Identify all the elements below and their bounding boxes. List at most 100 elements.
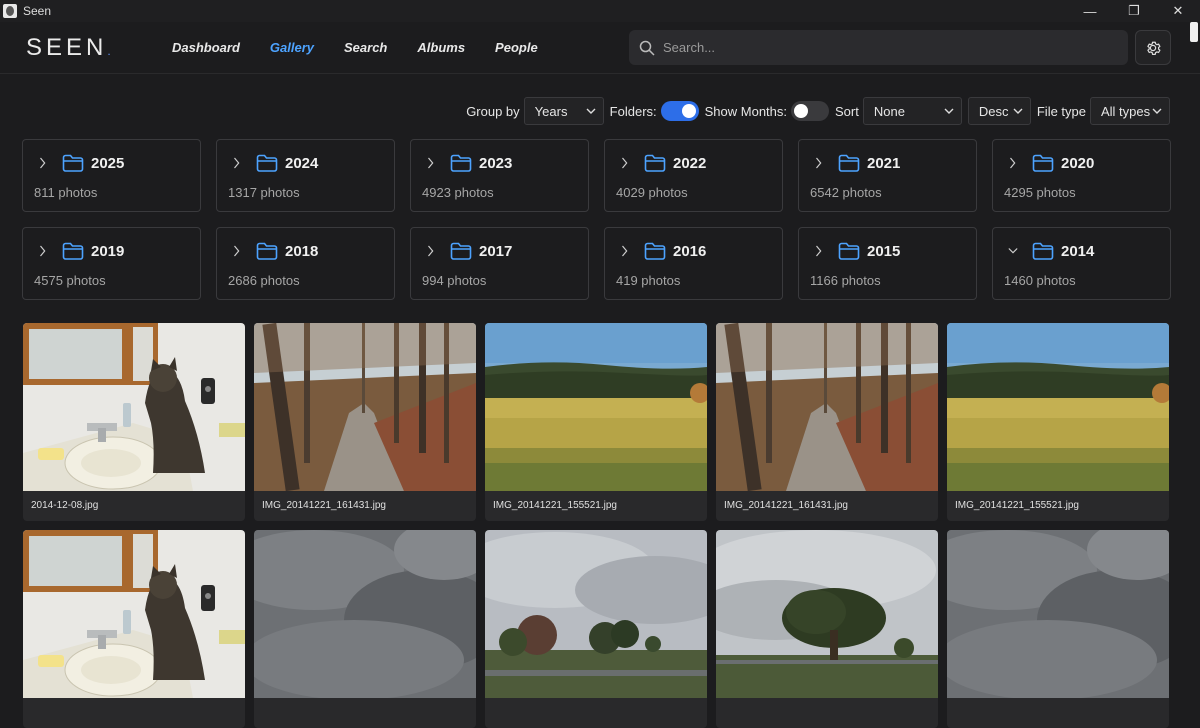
year-folder-card[interactable]: 2025 811 photos	[22, 139, 201, 212]
photo-thumbnail[interactable]: IMG_20141221_155521.jpg	[947, 323, 1169, 521]
folder-year: 2015	[867, 243, 901, 260]
photo-image[interactable]	[947, 530, 1169, 698]
chevron-right-icon[interactable]	[426, 156, 436, 170]
chevron-right-icon[interactable]	[38, 244, 48, 258]
year-folder-card[interactable]: 2014 1460 photos	[992, 227, 1171, 300]
chevron-down-icon	[586, 108, 596, 114]
window-title: Seen	[23, 4, 52, 18]
year-folder-card[interactable]: 2016 419 photos	[604, 227, 783, 300]
folder-year: 2025	[91, 155, 125, 172]
folder-icon	[450, 154, 472, 172]
chevron-right-icon[interactable]	[426, 244, 436, 258]
chevron-right-icon[interactable]	[232, 244, 242, 258]
toggle-knob	[681, 104, 696, 118]
photo-filename: IMG_20141221_155521.jpg	[493, 500, 617, 511]
close-button[interactable]: ✕	[1156, 0, 1200, 22]
chevron-down-icon	[1152, 108, 1162, 114]
folder-year: 2019	[91, 243, 125, 260]
folder-photo-count: 4029 photos	[616, 185, 688, 200]
year-folder-card[interactable]: 2022 4029 photos	[604, 139, 783, 212]
folder-icon	[838, 242, 860, 260]
year-folder-card[interactable]: 2023 4923 photos	[410, 139, 589, 212]
app-logo[interactable]: SEEN.	[26, 34, 134, 62]
chevron-right-icon[interactable]	[1008, 156, 1018, 170]
year-folder-card[interactable]: 2017 994 photos	[410, 227, 589, 300]
photo-image[interactable]	[947, 323, 1169, 491]
search-box[interactable]	[629, 30, 1128, 65]
chevron-right-icon[interactable]	[620, 244, 630, 258]
order-select[interactable]: Desc	[967, 97, 1031, 125]
year-folder-card[interactable]: 2018 2686 photos	[216, 227, 395, 300]
folder-photo-count: 4575 photos	[34, 273, 106, 288]
photo-thumbnail[interactable]	[254, 530, 476, 728]
chevron-right-icon[interactable]	[232, 156, 242, 170]
chevron-right-icon[interactable]	[814, 156, 824, 170]
photo-thumbnail[interactable]: 2014-12-08.jpg	[23, 323, 245, 521]
sort-label: Sort	[835, 103, 859, 119]
chevron-right-icon[interactable]	[814, 244, 824, 258]
year-folders: 2025 811 photos 2024 1317 photos 2023 4923 ph…	[22, 139, 1171, 300]
chevron-down-icon	[944, 108, 954, 114]
folder-photo-count: 2686 photos	[228, 273, 300, 288]
photo-thumbnail[interactable]	[485, 530, 707, 728]
photo-thumbnail[interactable]	[947, 530, 1169, 728]
year-folder-card[interactable]: 2019 4575 photos	[22, 227, 201, 300]
folder-year: 2014	[1061, 243, 1095, 260]
chevron-right-icon[interactable]	[38, 156, 48, 170]
logo-text: SEEN	[26, 33, 108, 61]
nav-link-people[interactable]: People	[495, 40, 538, 55]
sort-value: None	[873, 103, 905, 119]
year-folder-card[interactable]: 2021 6542 photos	[798, 139, 977, 212]
sort-select[interactable]: None	[862, 97, 962, 125]
search-input[interactable]	[663, 40, 1103, 55]
year-folder-card[interactable]: 2015 1166 photos	[798, 227, 977, 300]
photo-image[interactable]	[23, 530, 245, 698]
show-months-toggle[interactable]	[791, 101, 830, 121]
folder-year: 2017	[479, 243, 513, 260]
photo-image[interactable]	[485, 530, 707, 698]
file-type-select[interactable]: All types	[1090, 97, 1170, 125]
folders-toggle[interactable]	[660, 101, 699, 121]
settings-button[interactable]	[1135, 30, 1171, 65]
gear-icon	[1147, 41, 1161, 55]
folder-icon	[450, 242, 472, 260]
photo-image[interactable]	[254, 323, 476, 491]
photo-image[interactable]	[716, 530, 938, 698]
folder-photo-count: 994 photos	[422, 273, 487, 288]
folder-year: 2020	[1061, 155, 1095, 172]
year-folder-card[interactable]: 2024 1317 photos	[216, 139, 395, 212]
photo-image[interactable]	[716, 323, 938, 491]
minimize-button[interactable]: —	[1068, 0, 1112, 22]
top-navigation: SEEN. Dashboard Gallery Search Albums Pe…	[0, 22, 1200, 74]
photo-thumbnail[interactable]	[23, 530, 245, 728]
photo-filename: IMG_20141221_161431.jpg	[262, 500, 386, 511]
chevron-down-icon[interactable]	[1008, 244, 1018, 258]
folder-photo-count: 6542 photos	[810, 185, 882, 200]
folder-icon	[644, 154, 666, 172]
nav-link-gallery[interactable]: Gallery	[270, 40, 314, 55]
folder-icon	[838, 154, 860, 172]
photo-image[interactable]	[254, 530, 476, 698]
folder-icon	[1032, 242, 1054, 260]
folder-icon	[644, 242, 666, 260]
nav-link-search[interactable]: Search	[344, 40, 387, 55]
photo-grid: 2014-12-08.jpg IMG_20141221_161431.jpg IMG…	[23, 323, 1171, 728]
photo-image[interactable]	[485, 323, 707, 491]
folder-photo-count: 4923 photos	[422, 185, 494, 200]
year-folder-card[interactable]: 2020 4295 photos	[992, 139, 1171, 212]
maximize-button[interactable]: ❐	[1112, 0, 1156, 22]
photo-thumbnail[interactable]: IMG_20141221_161431.jpg	[254, 323, 476, 521]
photo-thumbnail[interactable]: IMG_20141221_161431.jpg	[716, 323, 938, 521]
folder-year: 2016	[673, 243, 707, 260]
chevron-down-icon	[1013, 108, 1023, 114]
chevron-right-icon[interactable]	[620, 156, 630, 170]
group-by-select[interactable]: Years	[523, 97, 604, 125]
folder-year: 2021	[867, 155, 901, 172]
nav-link-albums[interactable]: Albums	[417, 40, 465, 55]
folder-year: 2024	[285, 155, 319, 172]
photo-thumbnail[interactable]	[716, 530, 938, 728]
nav-links: Dashboard Gallery Search Albums People	[172, 40, 568, 55]
nav-link-dashboard[interactable]: Dashboard	[172, 40, 240, 55]
photo-thumbnail[interactable]: IMG_20141221_155521.jpg	[485, 323, 707, 521]
photo-image[interactable]	[23, 323, 245, 491]
